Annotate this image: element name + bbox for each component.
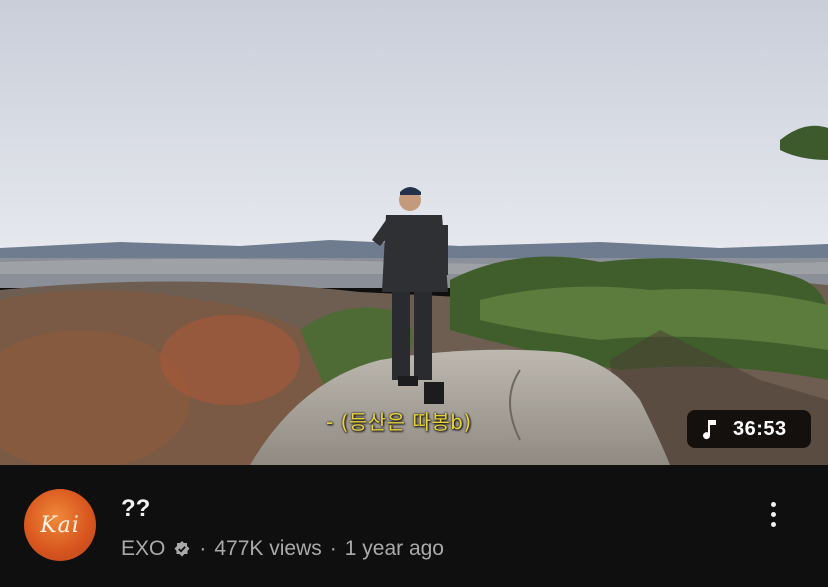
video-info-row: Kai ?? EXO · 477K views · 1 year ago — [0, 465, 828, 587]
music-note-icon — [703, 420, 716, 440]
more-vertical-icon[interactable] — [760, 495, 786, 533]
video-title[interactable]: ?? — [121, 495, 150, 523]
meta-separator: · — [199, 537, 207, 560]
channel-name[interactable]: EXO — [121, 537, 165, 561]
verified-badge-icon — [174, 541, 190, 557]
view-count: 477K views — [214, 537, 322, 560]
upload-age: 1 year ago — [344, 537, 444, 560]
video-subtitle: - (등산은 따봉b) — [326, 410, 472, 434]
avatar-logo-text: Kai — [40, 512, 80, 538]
duration-badge: 36:53 — [687, 410, 811, 448]
video-duration: 36:53 — [733, 417, 787, 440]
thumbnail-scene — [0, 0, 828, 465]
meta-separator: · — [329, 537, 337, 560]
channel-avatar[interactable]: Kai — [24, 489, 96, 561]
video-meta: EXO · 477K views · 1 year ago — [121, 537, 444, 561]
video-thumbnail[interactable]: - (등산은 따봉b) 36:53 — [0, 0, 828, 465]
